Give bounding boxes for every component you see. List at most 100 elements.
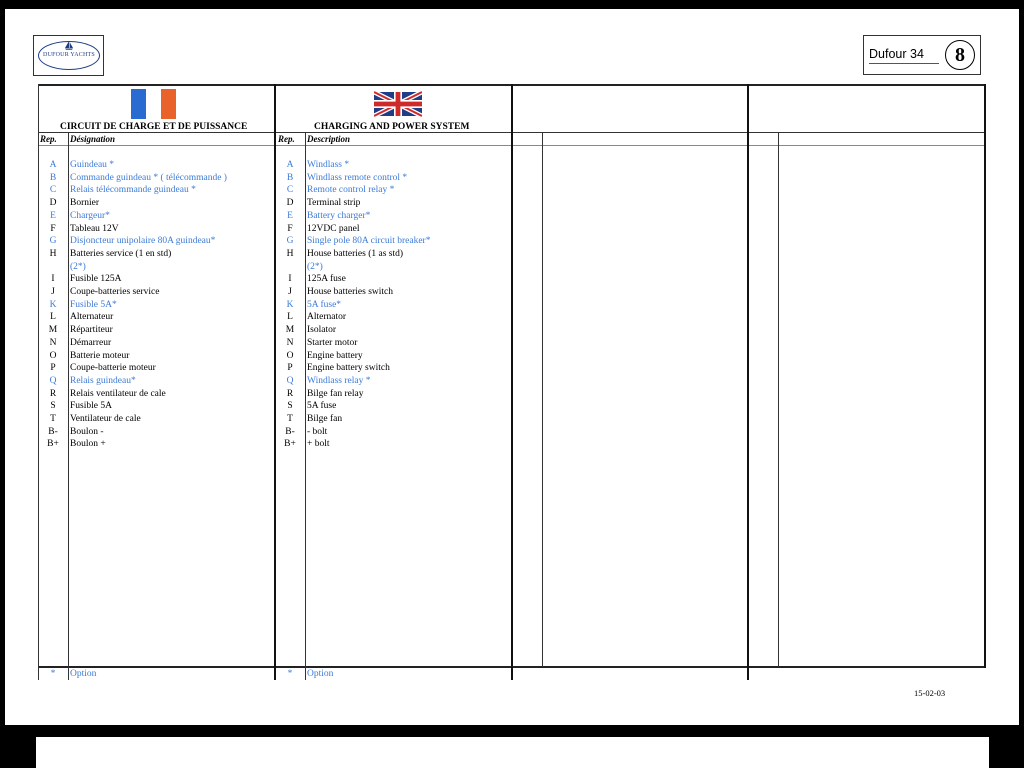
document-date: 15-02-03	[914, 688, 946, 698]
table-cell-en-rep: F	[287, 223, 293, 234]
table-cell-fr-rep: S	[50, 401, 56, 412]
table-cell-fr-rep: L	[50, 312, 56, 323]
table-cell-en-desc: House batteries (1 as std)	[307, 248, 404, 259]
col-border-en-3	[511, 84, 513, 680]
table-cell-fr-desc: Chargeur*	[70, 210, 110, 221]
table-cell-fr-desc: Relais guindeau*	[70, 375, 136, 386]
table-cell-fr-desc: Relais télécommande guindeau *	[70, 185, 196, 196]
table-cell-en-rep: I	[288, 274, 292, 285]
table-cell-en-desc: Windlass remote control *	[307, 172, 408, 183]
table-cell-en-desc: Alternator	[307, 312, 347, 323]
table-cell-en-desc: Single pole 80A circuit breaker*	[307, 236, 431, 247]
table-cell-fr-rep: M	[48, 325, 58, 336]
logo-text: DUFOUR YACHTS	[43, 52, 95, 58]
table-cell-fr-desc: Commande guindeau * ( télécommande )	[70, 172, 227, 183]
logo-oval: DUFOUR YACHTS	[38, 41, 100, 70]
table-cell-fr-desc: Fusible 5A*	[70, 299, 117, 310]
table-cell-en-desc: (2*)	[307, 261, 323, 272]
table-cell-fr-desc: Bornier	[70, 198, 100, 209]
table-cell-fr-desc: Ventilateur de cale	[70, 414, 141, 424]
table-cell-en-desc: Terminal strip	[307, 198, 361, 209]
table-cell-fr-rep: B+	[47, 439, 59, 450]
table-cell-en-rep: T	[287, 414, 293, 424]
table-cell-fr-rep: C	[49, 185, 57, 196]
table-cell-en-desc: Bilge fan relay	[307, 388, 364, 399]
table-cell-fr-rep: T	[50, 414, 56, 424]
colhdr-en-desc: Description	[307, 134, 351, 144]
col-border-right	[984, 84, 986, 668]
table-cell-en-rep: B+	[284, 439, 296, 450]
table-cell-fr-desc: Batteries service (1 en std)	[70, 248, 172, 259]
table-cell-en-rep: K	[286, 299, 294, 310]
table-cell-fr-rep: E	[50, 210, 56, 221]
table-cell-fr-desc: Guindeau *	[70, 160, 115, 170]
col-border-fr-rep	[68, 133, 69, 680]
table-cell-fr-rep: K	[49, 299, 57, 310]
colhdr-en-rep: Rep.	[278, 134, 295, 144]
table-cell-en-desc: - bolt	[307, 426, 328, 437]
table-cell-en-rep: N	[286, 337, 294, 348]
table-cell-fr-desc: Disjoncteur unipolaire 80A guindeau*	[70, 236, 216, 247]
col-border-3-rep	[542, 133, 543, 667]
table-cell-fr-rep: J	[51, 287, 55, 297]
doc-title-underline	[869, 63, 939, 64]
footer-fr-rep: *	[50, 669, 56, 679]
table-cell-en-desc: House batteries switch	[307, 287, 394, 297]
colhdr-fr-rep: Rep.	[40, 134, 57, 144]
table-cell-fr-rep: H	[49, 248, 57, 259]
col-border-3-4	[747, 84, 749, 680]
table-cell-en-rep: B	[286, 172, 294, 183]
table-cell-en-desc: Engine battery	[307, 350, 363, 361]
table-cell-fr-desc: Fusible 5A	[70, 401, 112, 412]
table-cell-en-rep: B-	[285, 426, 295, 437]
table-cell-fr-desc: Démarreur	[70, 337, 112, 348]
table-cell-fr-rep: B	[49, 172, 57, 183]
table-cell-fr-desc: Boulon +	[70, 439, 106, 450]
table-cell-en-desc: Battery charger*	[307, 210, 371, 221]
section-title-fr: CIRCUIT DE CHARGE ET DE PUISSANCE	[60, 122, 248, 132]
table-cell-fr-rep: N	[49, 337, 57, 348]
table-cell-en-desc: + bolt	[307, 439, 330, 450]
table-cell-en-rep: Q	[286, 375, 294, 386]
section-title-en: CHARGING AND POWER SYSTEM	[314, 122, 470, 132]
table-cell-en-rep: D	[286, 198, 294, 209]
table-cell-en-rep: H	[286, 248, 294, 259]
table-cell-en-rep: C	[286, 185, 294, 196]
table-cell-fr-rep: B-	[48, 426, 58, 437]
table-cell-en-rep: S	[287, 401, 293, 412]
col-border-en-rep	[305, 133, 306, 680]
table-cell-fr-desc: Coupe-batterie moteur	[70, 363, 156, 374]
table-cell-en-desc: 125A fuse	[307, 274, 346, 285]
table-cell-fr-rep: D	[49, 198, 57, 209]
colhdr-fr-desc: Désignation	[70, 134, 116, 144]
next-page-edge	[36, 737, 989, 768]
table-cell-fr-desc: (2*)	[70, 261, 86, 272]
table-cell-fr-desc: Batterie moteur	[70, 350, 130, 361]
uk-flag-icon	[374, 89, 422, 119]
dufour-yachts-logo: DUFOUR YACHTS	[33, 35, 104, 76]
doc-title: Dufour 34	[869, 47, 924, 61]
table-cell-en-desc: Windlass *	[307, 160, 350, 170]
table-cell-fr-rep: F	[50, 223, 56, 234]
table-cell-fr-desc: Fusible 125A	[70, 274, 122, 285]
footer-en-label: Option	[307, 669, 334, 679]
table-cell-fr-desc: Répartiteur	[70, 325, 113, 336]
table-cell-en-rep: O	[286, 350, 294, 361]
table-cell-en-desc: 12VDC panel	[307, 223, 360, 234]
table-cell-fr-desc: Alternateur	[70, 312, 114, 323]
table-cell-fr-rep: O	[49, 350, 57, 361]
table-cell-en-rep: L	[287, 312, 293, 323]
table-cell-en-rep: A	[286, 160, 294, 170]
table-cell-fr-desc: Tableau 12V	[70, 223, 119, 234]
table-cell-en-rep: E	[287, 210, 293, 221]
french-flag-icon	[131, 89, 176, 119]
doc-title-box: Dufour 34 8	[863, 35, 981, 75]
table-cell-fr-desc: Relais ventilateur de cale	[70, 388, 166, 399]
table-cell-en-rep: P	[287, 363, 293, 374]
table-cell-fr-rep: I	[51, 274, 55, 285]
table-cell-en-desc: 5A fuse*	[307, 299, 342, 310]
table-cell-fr-desc: Coupe-batteries service	[70, 287, 160, 297]
table-cell-en-desc: Engine battery switch	[307, 363, 390, 374]
col-border-4-rep	[778, 133, 779, 667]
table-cell-fr-rep: G	[49, 236, 57, 247]
